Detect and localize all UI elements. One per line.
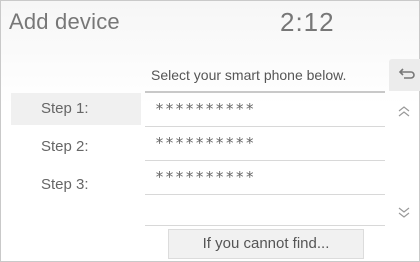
step-3-label: Step 3: — [41, 176, 89, 193]
back-button[interactable] — [389, 59, 420, 91]
page-title: Add device — [9, 9, 120, 34]
chevron-down-icon — [398, 207, 410, 218]
step-2-label: Step 2: — [41, 138, 89, 155]
device-list-item[interactable]: ********** — [145, 93, 385, 127]
title-bar: Add device 2:12 — [1, 1, 419, 45]
device-list-item[interactable]: ********** — [145, 161, 385, 195]
back-arrow-icon — [398, 68, 415, 79]
clock: 2:12 — [280, 7, 335, 37]
add-device-screen: Add device 2:12 Step 1: Step 2: Step 3: … — [0, 0, 420, 262]
scroll-down-button[interactable] — [393, 201, 415, 223]
instruction-text: Select your smart phone below. — [145, 59, 385, 93]
empty-list-row — [145, 195, 385, 226]
steps-list: Step 1: Step 2: Step 3: — [11, 93, 141, 207]
device-list-item[interactable]: ********** — [145, 127, 385, 161]
chevron-up-icon — [398, 106, 410, 117]
step-1-label: Step 1: — [11, 93, 141, 125]
device-list-panel: Select your smart phone below. *********… — [145, 59, 385, 226]
scroll-up-button[interactable] — [393, 101, 415, 123]
scrollbar[interactable] — [393, 101, 415, 231]
cant-find-button[interactable]: If you cannot find... — [168, 229, 364, 259]
